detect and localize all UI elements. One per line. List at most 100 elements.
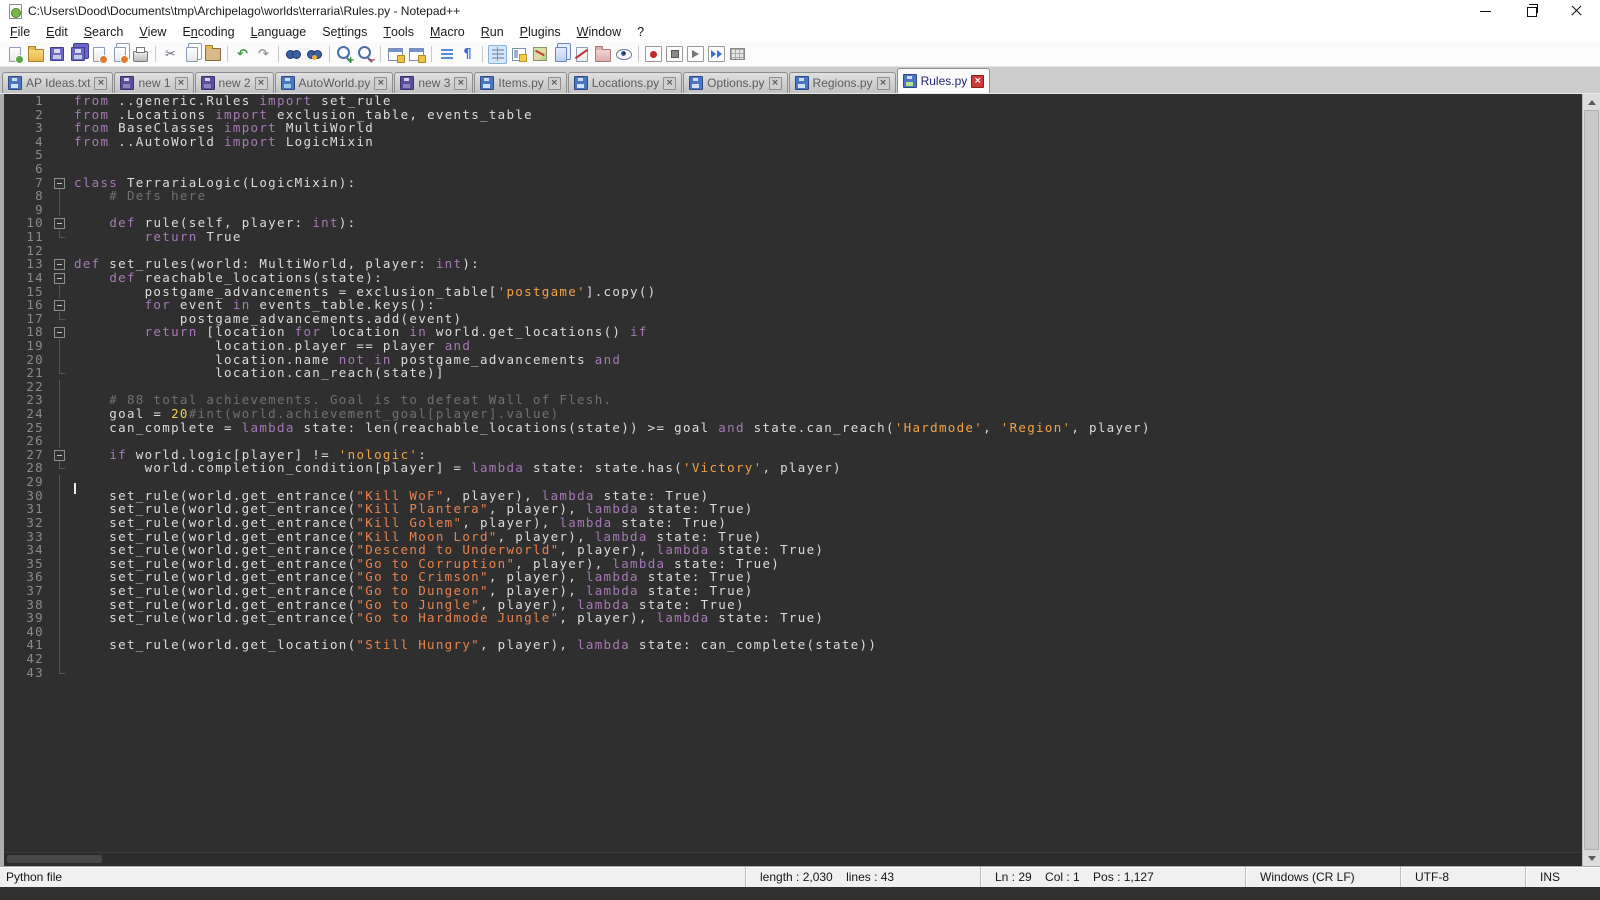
tab-close-icon[interactable]: × [175,77,188,90]
code-line[interactable]: 29 [4,475,1582,489]
code-line[interactable]: 3from BaseClasses import MultiWorld [4,121,1582,135]
code-editor[interactable]: 1from ..generic.Rules import set_rule2fr… [4,94,1582,852]
code-line[interactable]: 24 goal = 20#int(world.achievement_goal[… [4,407,1582,421]
tab-close-icon[interactable]: × [454,77,467,90]
document-map-icon[interactable] [530,45,549,64]
code-line[interactable]: 8 # Defs here [4,189,1582,203]
status-eol-format[interactable]: Windows (CR LF) [1245,867,1400,887]
menu-item-language[interactable]: Language [243,22,315,42]
restore-button[interactable] [1508,0,1554,22]
copy-icon[interactable] [182,45,201,64]
code-line[interactable]: 18 return [location for location in worl… [4,325,1582,339]
open-file-icon[interactable] [26,45,45,64]
code-line[interactable]: 31 set_rule(world.get_entrance("Kill Pla… [4,502,1582,516]
code-line[interactable]: 23 # 88 total achievements. Goal is to d… [4,393,1582,407]
sync-horizontal-scrolling-icon[interactable] [407,45,426,64]
save-all-icon[interactable] [68,45,87,64]
code-line[interactable]: 9 [4,203,1582,217]
code-line[interactable]: 25 can_complete = lambda state: len(reac… [4,421,1582,435]
menu-item-plugins[interactable]: Plugins [512,22,569,42]
code-line[interactable]: 10 def rule(self, player: int): [4,216,1582,230]
code-line[interactable]: 30 set_rule(world.get_entrance("Kill WoF… [4,489,1582,503]
code-line[interactable]: 34 set_rule(world.get_entrance("Descend … [4,543,1582,557]
indent-guide-icon[interactable] [488,45,507,64]
menu-item-file[interactable]: File [2,22,38,42]
code-line[interactable]: 1from ..generic.Rules import set_rule [4,94,1582,108]
code-line[interactable]: 5 [4,148,1582,162]
horizontal-scrollbar[interactable] [4,852,1582,866]
fold-collapse-box[interactable] [50,271,70,285]
find-icon[interactable] [284,45,303,64]
code-line[interactable]: 33 set_rule(world.get_entrance("Kill Moo… [4,530,1582,544]
stop-recording-icon[interactable] [665,45,684,64]
tab-new-1[interactable]: new 1× [114,72,193,93]
zoom-out-icon[interactable] [356,45,375,64]
code-line[interactable]: 12 [4,244,1582,258]
fold-collapse-box[interactable] [50,216,70,230]
mark-tab-icon[interactable] [572,45,591,64]
code-line[interactable]: 11 return True [4,230,1582,244]
code-line[interactable]: 41 set_rule(world.get_location("Still Hu… [4,638,1582,652]
menu-item-view[interactable]: View [131,22,174,42]
tab-close-icon[interactable]: × [769,77,782,90]
code-line[interactable]: 28 world.completion_condition[player] = … [4,461,1582,475]
tab-close-icon[interactable]: × [877,77,890,90]
code-line[interactable]: 4from ..AutoWorld import LogicMixin [4,135,1582,149]
run-macro-multiple-times-icon[interactable] [707,45,726,64]
tab-close-icon[interactable]: × [548,77,561,90]
code-line[interactable]: 35 set_rule(world.get_entrance("Go to Co… [4,557,1582,571]
tab-items-py[interactable]: Items.py× [474,72,566,93]
menu-item-settings[interactable]: Settings [314,22,375,42]
menu-item-macro[interactable]: Macro [422,22,473,42]
close-file-icon[interactable] [89,45,108,64]
fold-collapse-box[interactable] [50,325,70,339]
playback-macro-icon[interactable] [686,45,705,64]
code-line[interactable]: 15 postgame_advancements = exclusion_tab… [4,285,1582,299]
tab-locations-py[interactable]: Locations.py× [568,72,682,93]
close-button[interactable] [1554,0,1600,22]
tab-close-icon[interactable]: × [374,77,387,90]
code-line[interactable]: 36 set_rule(world.get_entrance("Go to Cr… [4,570,1582,584]
code-line[interactable]: 26 [4,434,1582,448]
replace-icon[interactable] [305,45,324,64]
monitoring-icon[interactable] [614,45,633,64]
fold-collapse-box[interactable] [50,298,70,312]
code-line[interactable]: 13def set_rules(world: MultiWorld, playe… [4,257,1582,271]
code-line[interactable]: 38 set_rule(world.get_entrance("Go to Ju… [4,598,1582,612]
code-line[interactable]: 27 if world.logic[player] != 'nologic': [4,448,1582,462]
code-line[interactable]: 6 [4,162,1582,176]
vertical-scrollbar[interactable] [1582,94,1600,866]
code-line[interactable]: 42 [4,652,1582,666]
menu-item-encoding[interactable]: Encoding [174,22,242,42]
status-encoding[interactable]: UTF-8 [1400,867,1525,887]
horizontal-scrollbar-thumb[interactable] [7,855,102,863]
tab-close-icon[interactable]: × [255,77,268,90]
menu-item-search[interactable]: Search [76,22,132,42]
print-icon[interactable] [131,45,150,64]
code-line[interactable]: 21 location.can_reach(state)] [4,366,1582,380]
save-file-icon[interactable] [47,45,66,64]
tab-ap-ideas-txt[interactable]: AP Ideas.txt× [2,72,113,93]
status-insert-mode[interactable]: INS [1525,867,1600,887]
tab-close-icon[interactable]: × [663,77,676,90]
menu-item-window[interactable]: Window [569,22,629,42]
status-cursor-position[interactable]: Ln : 29 Col : 1 Pos : 1,127 [980,867,1245,887]
start-recording-icon[interactable] [644,45,663,64]
vertical-scrollbar-thumb[interactable] [1584,110,1599,850]
code-line[interactable]: 17 postgame_advancements.add(event) [4,312,1582,326]
redo-icon[interactable]: ↷ [254,45,273,64]
tab-close-icon[interactable]: × [94,77,107,90]
code-line[interactable]: 7class TerrariaLogic(LogicMixin): [4,176,1582,190]
tab-rules-py[interactable]: Rules.py× [897,68,991,93]
fold-collapse-box[interactable] [50,448,70,462]
word-wrap-icon[interactable] [437,45,456,64]
paste-icon[interactable] [203,45,222,64]
function-completion-icon[interactable] [509,45,528,64]
document-switcher-icon[interactable] [551,45,570,64]
menu-item-[interactable]: ? [629,22,652,42]
zoom-in-icon[interactable] [335,45,354,64]
fold-collapse-box[interactable] [50,176,70,190]
close-all-icon[interactable] [110,45,129,64]
code-line[interactable]: 20 location.name not in postgame_advance… [4,353,1582,367]
code-line[interactable]: 14 def reachable_locations(state): [4,271,1582,285]
